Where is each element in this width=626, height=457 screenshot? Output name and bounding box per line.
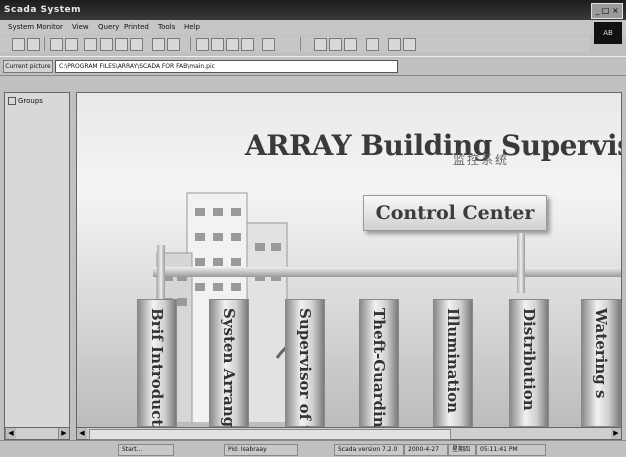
- panel-label: Systen Arrangeme: [220, 308, 238, 428]
- panel-label: Supervisor of t: [296, 308, 314, 428]
- tree-scrollbar[interactable]: ◀ ▶: [4, 427, 70, 440]
- settings-icon[interactable]: [211, 38, 224, 51]
- toolbar-separator: [44, 37, 45, 51]
- window-icon[interactable]: [366, 38, 379, 51]
- menu-query[interactable]: Query: [98, 20, 119, 35]
- panel-theft-guarding[interactable]: Theft-Guardin: [359, 299, 399, 427]
- rail-post: [517, 233, 525, 293]
- status-user: Pid: Isabraay: [224, 444, 298, 456]
- group-icon[interactable]: [50, 38, 63, 51]
- open-icon[interactable]: [27, 38, 40, 51]
- scroll-right-icon[interactable]: ▶: [611, 428, 621, 439]
- chart-icon[interactable]: [329, 38, 342, 51]
- rail-beam: [153, 267, 621, 277]
- panel-label: Theft-Guardin: [370, 308, 388, 428]
- image-icon[interactable]: [115, 38, 128, 51]
- tree-item-groups[interactable]: Groups: [8, 97, 43, 105]
- panel-supervisor[interactable]: Supervisor of t: [285, 299, 325, 427]
- tree-label: Groups: [18, 97, 43, 105]
- toolbar: [0, 36, 590, 52]
- menu-bar: System Monitor View Query Printed Tools …: [0, 20, 626, 35]
- window-title: Scada System: [4, 5, 82, 15]
- panel-system-arrangement[interactable]: Systen Arrangeme: [209, 299, 249, 427]
- refresh-icon[interactable]: [403, 38, 416, 51]
- status-time: 05:11:41 PM: [476, 444, 546, 456]
- expand-icon[interactable]: [8, 97, 16, 105]
- menu-help[interactable]: Help: [184, 20, 200, 35]
- current-picture-row: Current picture C:\PROGRAM FILES\ARRAY\S…: [0, 56, 626, 76]
- building-icon[interactable]: [84, 38, 97, 51]
- app-title-cn: 监控系统: [453, 153, 510, 167]
- arrow-icon[interactable]: [262, 38, 275, 51]
- menu-tools[interactable]: Tools: [158, 20, 175, 35]
- zoom-icon[interactable]: [314, 38, 327, 51]
- status-bar: Start... Pid: Isabraay Scada version 7.2…: [0, 440, 626, 457]
- toolbar-separator: [300, 37, 301, 51]
- current-picture-label: Current picture: [3, 60, 53, 73]
- panel-label: Watering s: [592, 308, 610, 399]
- app-title: ARRAY Building Supervisor Sys: [245, 129, 621, 162]
- figure-icon[interactable]: [100, 38, 113, 51]
- report-icon[interactable]: [241, 38, 254, 51]
- panel-label: Brif Introduction: [148, 308, 166, 428]
- status-version: Scada version 7.2.0: [334, 444, 404, 456]
- new-icon[interactable]: [12, 38, 25, 51]
- rail-post: [157, 245, 165, 305]
- save-icon[interactable]: [388, 38, 401, 51]
- globe-icon[interactable]: [167, 38, 180, 51]
- panel-label: Illumination: [444, 308, 462, 414]
- panel-distribution[interactable]: Distribution: [509, 299, 549, 427]
- menu-system-monitor[interactable]: System Monitor: [8, 20, 63, 35]
- scroll-left-icon[interactable]: ◀: [5, 428, 16, 439]
- panel-label: Distribution: [520, 308, 538, 411]
- scroll-right-icon[interactable]: ▶: [58, 428, 69, 439]
- edit-icon[interactable]: [196, 38, 209, 51]
- control-center-button[interactable]: Control Center: [363, 195, 547, 231]
- scroll-thumb[interactable]: [89, 429, 451, 440]
- status-day: 星期四: [448, 444, 476, 456]
- link-icon[interactable]: [344, 38, 357, 51]
- tree-pane: Groups: [4, 92, 70, 428]
- panel-illumination[interactable]: Illumination: [433, 299, 473, 427]
- menu-view[interactable]: View: [72, 20, 89, 35]
- main-scrollbar[interactable]: ◀ ▶: [76, 427, 622, 440]
- main-view: ARRAY Building Supervisor Sys 监控系统 Contr…: [76, 92, 622, 428]
- current-picture-field[interactable]: C:\PROGRAM FILES\ARRAY\SCADA FOR FAB\mai…: [55, 60, 398, 73]
- panel-watering[interactable]: Watering s: [581, 299, 621, 427]
- alarm-icon[interactable]: [226, 38, 239, 51]
- help-icon[interactable]: [152, 38, 165, 51]
- status-start: Start...: [118, 444, 174, 456]
- app-logo: AB: [594, 22, 622, 44]
- window-controls[interactable]: _ □ ×: [591, 3, 623, 19]
- print-preview-icon[interactable]: [130, 38, 143, 51]
- toolbar-separator: [190, 37, 191, 51]
- title-bar: Scada System _ □ ×: [0, 0, 626, 20]
- menu-printed[interactable]: Printed: [124, 20, 149, 35]
- user-icon[interactable]: [65, 38, 78, 51]
- scroll-left-icon[interactable]: ◀: [77, 428, 87, 439]
- panel-brief-introduction[interactable]: Brif Introduction: [137, 299, 177, 427]
- status-date: 2000-4-27: [404, 444, 448, 456]
